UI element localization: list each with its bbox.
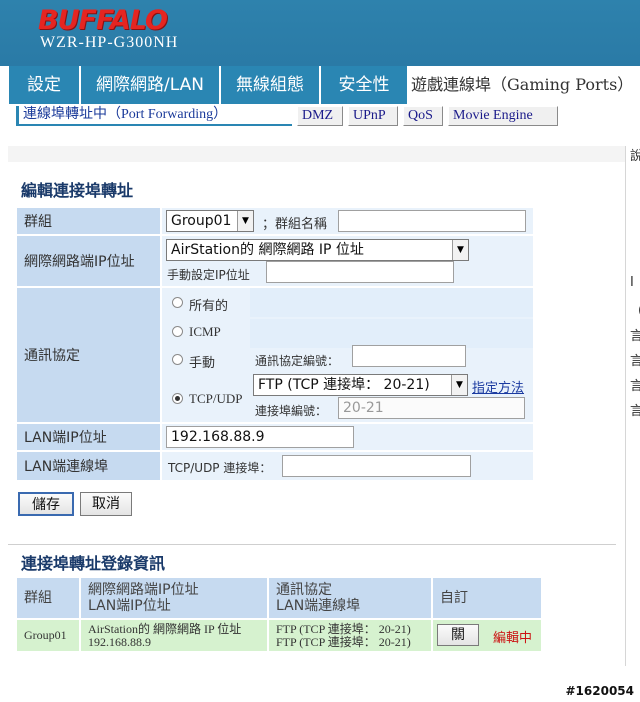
subtab-dmz[interactable]: DMZ [297, 106, 343, 126]
radio-icmp[interactable] [172, 326, 183, 337]
subtab-movie-engine[interactable]: Movie Engine [448, 106, 558, 126]
header-custom: 自訂 [433, 578, 541, 618]
lan-ip-value-cell: 192.168.88.9 [162, 424, 533, 450]
top-strip [8, 146, 625, 162]
group-name-label: ；群組名稱 [262, 217, 328, 232]
side-text: 言 [630, 379, 640, 394]
side-text: 言 [630, 354, 640, 369]
group-label: 群組 [17, 208, 160, 234]
chevron-down-icon: ▼ [237, 211, 253, 231]
side-text: I [630, 275, 634, 290]
chevron-down-icon: ▼ [451, 375, 467, 395]
radio-all[interactable] [172, 297, 183, 308]
side-text: 說 [630, 149, 640, 164]
group-name-input[interactable] [338, 210, 526, 232]
header-lan-ip-text: LAN端IP位址 [88, 598, 171, 614]
header-protocol-port: 通訊協定 LAN端連線埠 [269, 578, 431, 618]
save-button[interactable]: 儲存 [18, 492, 74, 516]
lan-port-row: LAN端連線埠 TCP/UDP 連接埠： [17, 452, 533, 480]
table-row-ip: AirStation的 網際網路 IP 位址 192.168.88.9 [81, 620, 267, 651]
wan-ip-value-cell: AirStation的 網際網路 IP 位址 ▼ 手動設定IP位址 [162, 236, 533, 286]
header: BUFFALO WZR-HP-G300NH [0, 0, 640, 66]
editing-status: 編輯中 [493, 631, 533, 646]
header-wan-lan-ip: 網際網路端IP位址 LAN端IP位址 [81, 578, 267, 618]
close-button[interactable]: 關 [437, 624, 479, 646]
wan-ip-select-value: AirStation的 網際網路 IP 位址 [171, 242, 364, 258]
header-group-text: 群組 [24, 590, 52, 606]
cancel-button[interactable]: 取消 [80, 492, 132, 516]
protocol-all-label: 所有的 [189, 298, 229, 313]
radio-manual[interactable] [172, 354, 183, 365]
edit-section-title: 編輯連接埠轉址 [21, 181, 134, 200]
model-name: WZR-HP-G300NH [40, 34, 179, 51]
chevron-down-icon: ▼ [452, 240, 468, 260]
group-select[interactable]: Group01 ▼ [166, 210, 254, 232]
wan-ip-select[interactable]: AirStation的 網際網路 IP 位址 ▼ [166, 239, 469, 261]
radio-tcpudp[interactable] [172, 393, 183, 404]
tab-security[interactable]: 安全性 [321, 66, 409, 104]
group-select-value: Group01 [171, 213, 232, 229]
subtab-qos[interactable]: QoS [403, 106, 443, 126]
tab-internet-lan[interactable]: 網際網路/LAN [81, 66, 221, 104]
header-protocol-text: 通訊協定 [276, 582, 332, 598]
port-number-label: 連接埠編號： [255, 404, 328, 418]
protocol-icmp-cell [250, 319, 533, 348]
header-wan-ip-text: 網際網路端IP位址 [88, 582, 199, 598]
header-custom-text: 自訂 [440, 590, 468, 606]
port-number-input[interactable]: 20-21 [338, 397, 525, 419]
tcpudp-select-value: FTP (TCP 連接埠： 20-21) [258, 377, 430, 393]
header-lan-port-text: LAN端連線埠 [276, 598, 361, 614]
wan-ip-row: 網際網路端IP位址 AirStation的 網際網路 IP 位址 ▼ 手動設定I… [17, 236, 533, 286]
tab-gaming-ports[interactable]: 遊戲連線埠（Gaming Ports） [409, 66, 640, 104]
protocol-tcpudp-label: TCP/UDP [189, 391, 243, 406]
group-row: 群組 Group01 ▼ ；群組名稱 [17, 208, 533, 234]
side-text: 言 [630, 329, 640, 344]
protocol-all-cell [250, 288, 533, 317]
manual-ip-input[interactable] [266, 261, 454, 283]
row-lan-port-text: FTP (TCP 連接埠： 20-21) [276, 634, 411, 649]
brand-logo: BUFFALO [38, 5, 168, 36]
lan-port-value-cell: TCP/UDP 連接埠： [162, 452, 533, 480]
table-row-group: Group01 [17, 620, 79, 651]
protocol-value-cell: 所有的 ICMP 手動 通訊協定編號： TCP/UDP FTP (TCP 連接埠… [162, 288, 533, 422]
lan-ip-label: LAN端IP位址 [17, 424, 160, 450]
row-protocol-text: FTP (TCP 連接埠： 20-21) [276, 621, 411, 636]
lan-port-input[interactable] [282, 455, 471, 477]
manual-ip-label: 手動設定IP位址 [167, 268, 250, 282]
side-text: 言 [630, 404, 640, 419]
section-divider [8, 544, 616, 545]
protocol-number-label: 通訊協定編號： [255, 354, 340, 368]
protocol-label: 通訊協定 [17, 288, 160, 422]
header-group: 群組 [17, 578, 79, 618]
group-value-cell: Group01 ▼ ；群組名稱 [162, 208, 533, 234]
row-group-text: Group01 [24, 628, 67, 642]
tab-wireless[interactable]: 無線組態 [221, 66, 321, 104]
side-text: （ [630, 300, 640, 319]
watermark-text: #1620054 [565, 684, 634, 698]
row-wan-ip-text: AirStation的 網際網路 IP 位址 [88, 621, 242, 636]
specify-method-link[interactable]: 指定方法 [472, 377, 524, 396]
list-section-title: 連接埠轉址登錄資訊 [21, 554, 166, 573]
lan-port-tcpudp-label: TCP/UDP 連接埠： [168, 461, 272, 475]
sub-tabs: 連線埠轉址中（Port Forwarding） DMZ UPnP QoS Mov… [0, 104, 640, 126]
subtab-port-forwarding[interactable]: 連線埠轉址中（Port Forwarding） [16, 106, 292, 126]
main-tabs: 設定 網際網路/LAN 無線組態 安全性 遊戲連線埠（Gaming Ports） [0, 66, 640, 104]
protocol-icmp-label: ICMP [189, 324, 221, 339]
tcpudp-select[interactable]: FTP (TCP 連接埠： 20-21) ▼ [253, 374, 468, 396]
protocol-row: 通訊協定 所有的 ICMP 手動 通訊協定編號： TCP/UDP FTP (TC… [17, 288, 533, 422]
lan-port-label: LAN端連線埠 [17, 452, 160, 480]
wan-ip-label: 網際網路端IP位址 [17, 236, 160, 286]
protocol-number-input[interactable] [352, 345, 466, 367]
table-row-protocol: FTP (TCP 連接埠： 20-21) FTP (TCP 連接埠： 20-21… [269, 620, 431, 651]
divider [625, 146, 626, 666]
lan-ip-input[interactable]: 192.168.88.9 [166, 426, 354, 448]
tab-settings[interactable]: 設定 [9, 66, 81, 104]
row-lan-ip-text: 192.168.88.9 [88, 634, 151, 649]
subtab-upnp[interactable]: UPnP [348, 106, 398, 126]
protocol-manual-label: 手動 [189, 355, 216, 370]
lan-ip-row: LAN端IP位址 192.168.88.9 [17, 424, 533, 450]
